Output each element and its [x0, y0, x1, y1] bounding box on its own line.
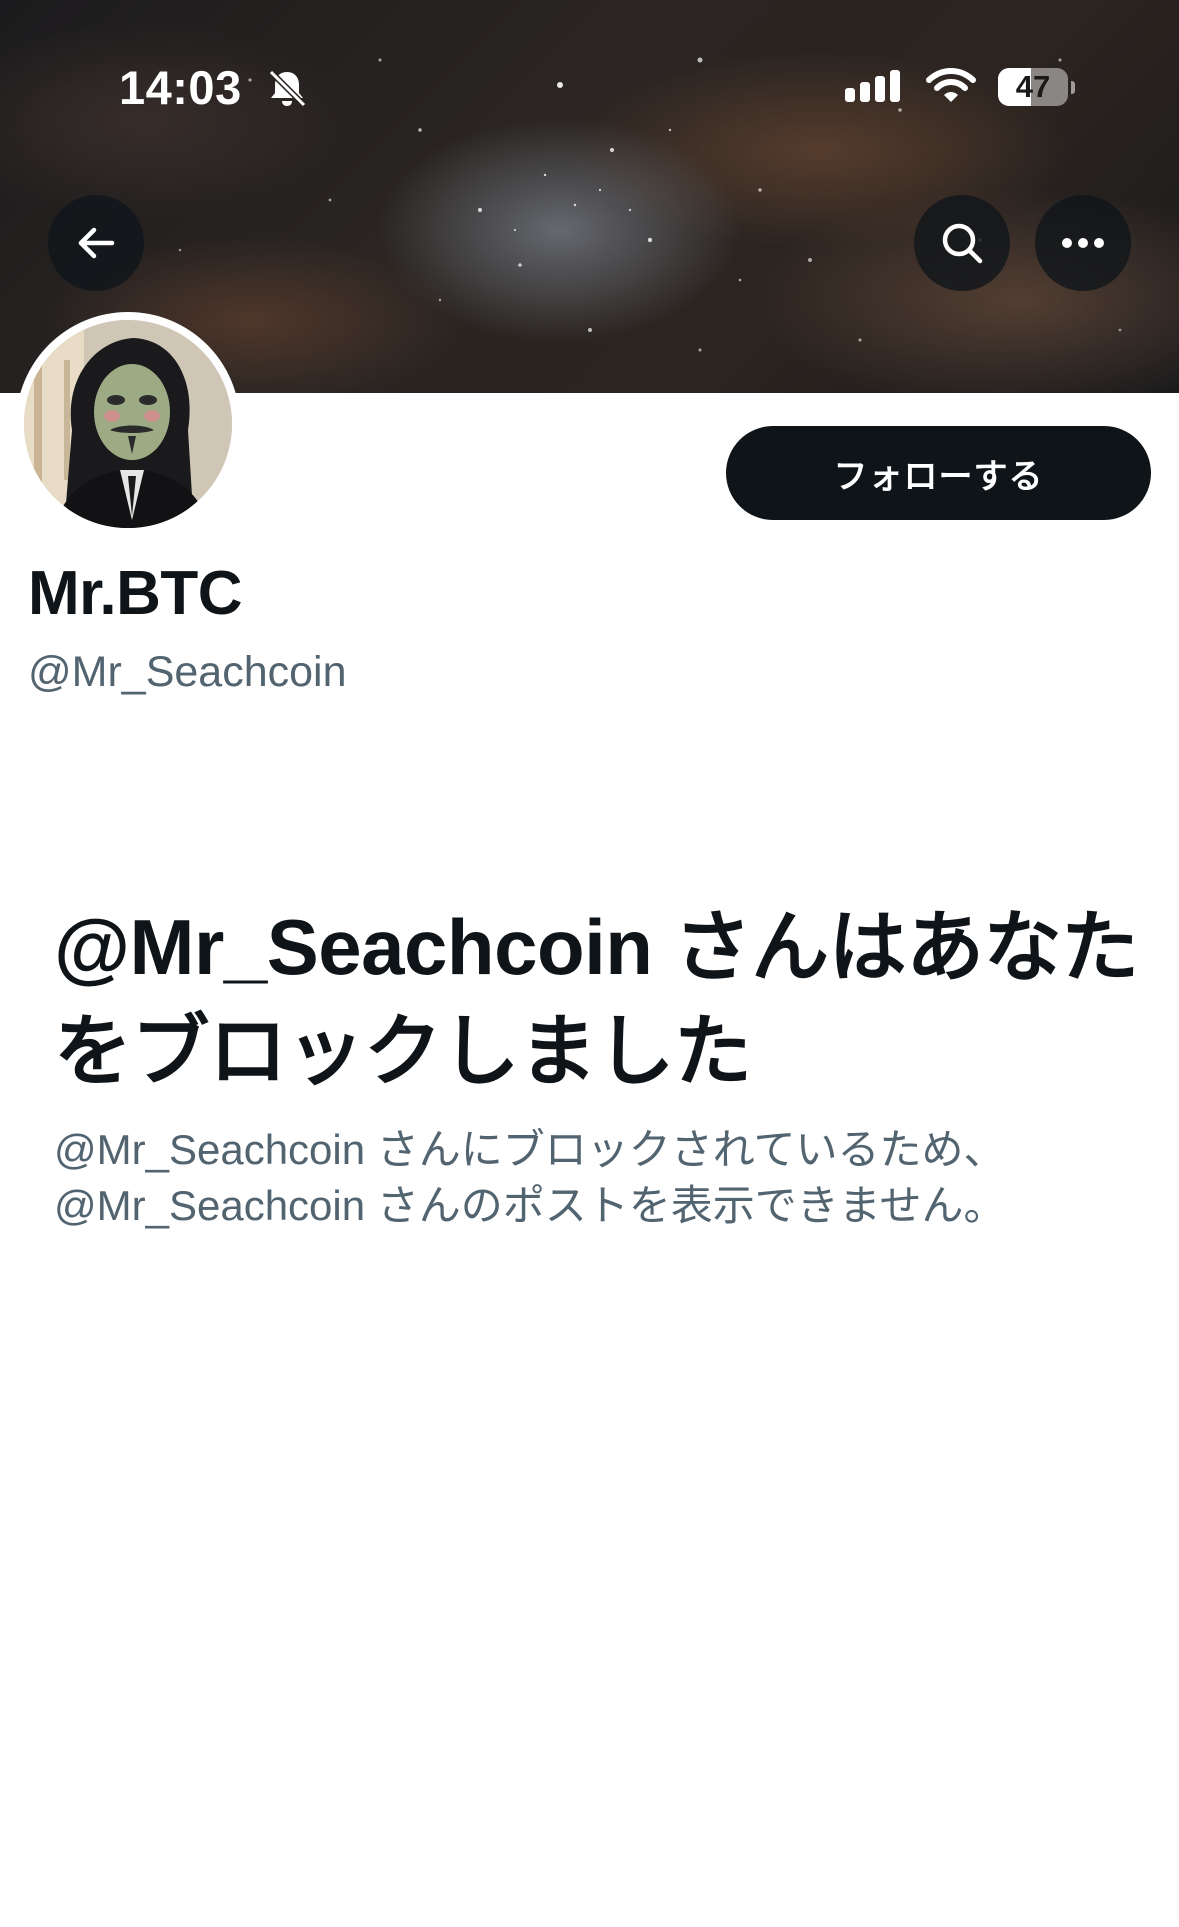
signal-icon — [845, 70, 900, 102]
display-name: Mr.BTC — [28, 559, 243, 628]
avatar[interactable] — [24, 320, 232, 528]
blocked-description: @Mr_Seachcoin さんにブロックされているため、@Mr_Seachco… — [54, 1126, 1006, 1229]
follow-button[interactable]: フォローする — [726, 426, 1151, 520]
status-bar: 14:03 47 — [0, 0, 1179, 175]
battery-level: 47 — [1015, 69, 1051, 104]
status-time: 14:03 — [119, 61, 242, 114]
blocked-title: @Mr_Seachcoin さんはあなたをブロックしました — [54, 903, 1139, 1095]
more-options-button[interactable] — [1035, 195, 1131, 291]
arrow-left-icon — [78, 227, 115, 259]
search-button[interactable] — [914, 195, 1010, 291]
avatar-image — [24, 320, 232, 528]
wifi-icon — [926, 68, 976, 102]
search-icon — [942, 223, 983, 264]
more-horizontal-icon — [1062, 238, 1104, 248]
bell-off-icon — [268, 69, 307, 108]
back-button[interactable] — [48, 195, 144, 291]
user-handle: @Mr_Seachcoin — [28, 648, 347, 696]
battery-indicator: 47 — [998, 68, 1075, 108]
